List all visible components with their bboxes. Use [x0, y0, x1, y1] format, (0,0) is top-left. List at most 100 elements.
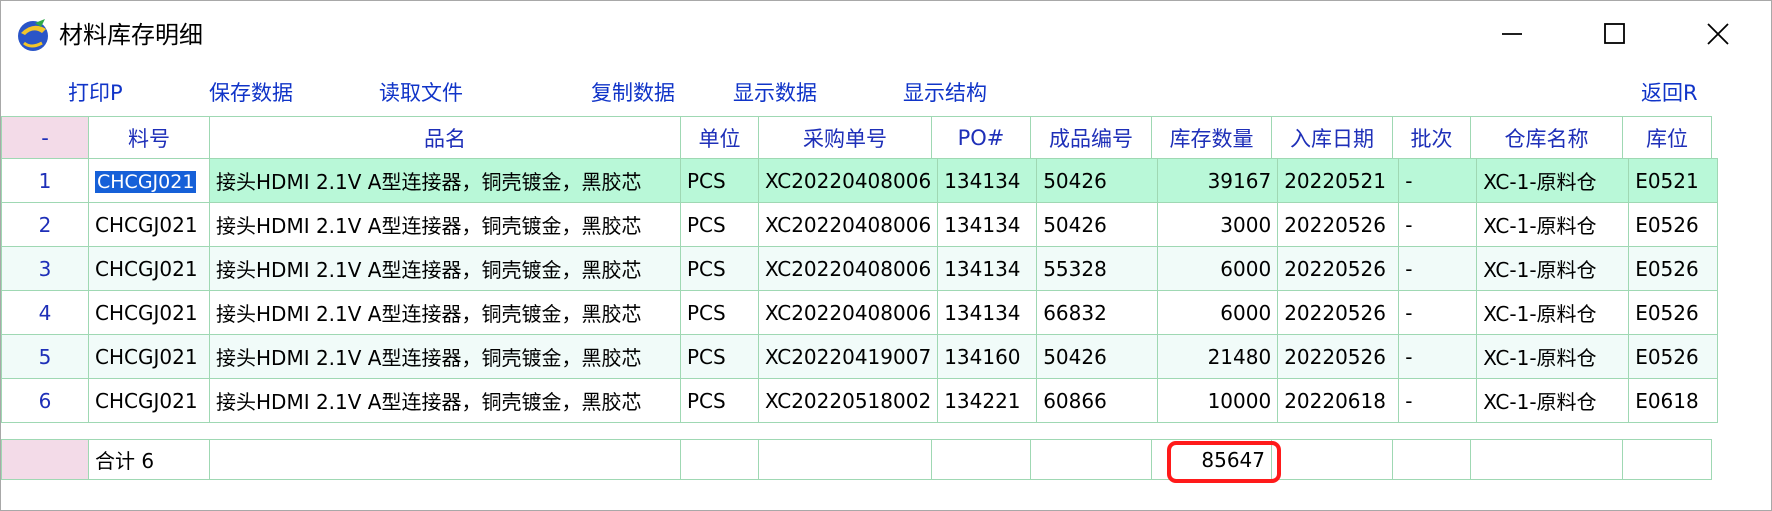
cell-part-no[interactable]: CHCGJ021 [88, 202, 210, 247]
cell-stock-qty[interactable]: 3000 [1157, 202, 1279, 247]
cell-product-name[interactable]: 接头HDMI 2.1V A型连接器，铜壳镀金，黑胶芯 [209, 158, 681, 203]
cell-warehouse[interactable]: XC-1-原料仓 [1476, 378, 1630, 423]
cell-purchase-order-no[interactable]: XC20220408006 [757, 202, 939, 247]
cell-location[interactable]: E0526 [1628, 334, 1719, 379]
cell-location[interactable]: E0526 [1628, 246, 1719, 291]
table-row[interactable]: 2 CHCGJ021 接头HDMI 2.1V A型连接器，铜壳镀金，黑胶芯 PC… [1, 202, 1719, 247]
cell-in-date[interactable]: 20220526 [1277, 334, 1400, 379]
table-row[interactable]: 4 CHCGJ021 接头HDMI 2.1V A型连接器，铜壳镀金，黑胶芯 PC… [1, 290, 1719, 335]
header-product-name[interactable]: 品名 [209, 116, 681, 159]
cell-product-name[interactable]: 接头HDMI 2.1V A型连接器，铜壳镀金，黑胶芯 [209, 334, 681, 379]
table-row[interactable]: 6 CHCGJ021 接头HDMI 2.1V A型连接器，铜壳镀金，黑胶芯 PC… [1, 378, 1719, 423]
cell-warehouse[interactable]: XC-1-原料仓 [1476, 334, 1630, 379]
cell-unit[interactable]: PCS [680, 378, 759, 423]
cell-product-code[interactable]: 50426 [1036, 158, 1159, 203]
cell-warehouse[interactable]: XC-1-原料仓 [1476, 290, 1630, 335]
row-number[interactable]: 5 [1, 334, 89, 379]
header-location[interactable]: 库位 [1622, 116, 1712, 159]
table-row[interactable]: 1 CHCGJ021 接头HDMI 2.1V A型连接器，铜壳镀金，黑胶芯 PC… [1, 158, 1719, 203]
cell-warehouse[interactable]: XC-1-原料仓 [1476, 158, 1630, 203]
cell-stock-qty[interactable]: 39167 [1157, 158, 1279, 203]
show-data-button[interactable]: 显示数据 [733, 78, 817, 108]
cell-location[interactable]: E0618 [1628, 378, 1719, 423]
cell-in-date[interactable]: 20220526 [1277, 290, 1400, 335]
cell-product-name[interactable]: 接头HDMI 2.1V A型连接器，铜壳镀金，黑胶芯 [209, 246, 681, 291]
cell-po[interactable]: 134134 [937, 202, 1038, 247]
cell-location[interactable]: E0526 [1628, 290, 1719, 335]
show-structure-button[interactable]: 显示结构 [903, 78, 987, 108]
save-data-button[interactable]: 保存数据 [209, 78, 293, 108]
header-stock-qty[interactable]: 库存数量 [1151, 116, 1272, 159]
header-in-date[interactable]: 入库日期 [1271, 116, 1393, 159]
cell-unit[interactable]: PCS [680, 246, 759, 291]
cell-warehouse[interactable]: XC-1-原料仓 [1476, 202, 1630, 247]
cell-purchase-order-no[interactable]: XC20220419007 [757, 334, 939, 379]
cell-product-code[interactable]: 50426 [1036, 202, 1159, 247]
cell-location[interactable]: E0521 [1628, 158, 1719, 203]
table-row[interactable]: 5 CHCGJ021 接头HDMI 2.1V A型连接器，铜壳镀金，黑胶芯 PC… [1, 334, 1719, 379]
cell-part-no[interactable]: CHCGJ021 [88, 290, 210, 335]
cell-po[interactable]: 134134 [937, 290, 1038, 335]
cell-part-no[interactable]: CHCGJ021 [88, 158, 210, 203]
cell-purchase-order-no[interactable]: XC20220408006 [757, 290, 939, 335]
cell-in-date[interactable]: 20220526 [1277, 202, 1400, 247]
copy-data-button[interactable]: 复制数据 [591, 78, 675, 108]
cell-in-date[interactable]: 20220618 [1277, 378, 1400, 423]
cell-stock-qty[interactable]: 6000 [1157, 246, 1279, 291]
cell-po[interactable]: 134221 [937, 378, 1038, 423]
minimize-button[interactable] [1476, 11, 1548, 59]
cell-batch[interactable]: - [1398, 290, 1478, 335]
header-warehouse[interactable]: 仓库名称 [1470, 116, 1623, 159]
header-product-code[interactable]: 成品编号 [1030, 116, 1152, 159]
cell-batch[interactable]: - [1398, 378, 1478, 423]
cell-location[interactable]: E0526 [1628, 202, 1719, 247]
cell-batch[interactable]: - [1398, 334, 1478, 379]
cell-part-no[interactable]: CHCGJ021 [88, 246, 210, 291]
cell-batch[interactable]: - [1398, 202, 1478, 247]
cell-product-name[interactable]: 接头HDMI 2.1V A型连接器，铜壳镀金，黑胶芯 [209, 290, 681, 335]
cell-purchase-order-no[interactable]: XC20220408006 [757, 246, 939, 291]
cell-po[interactable]: 134134 [937, 158, 1038, 203]
cell-stock-qty[interactable]: 10000 [1157, 378, 1279, 423]
print-button[interactable]: 打印P [68, 78, 123, 108]
table-row[interactable]: 3 CHCGJ021 接头HDMI 2.1V A型连接器，铜壳镀金，黑胶芯 PC… [1, 246, 1719, 291]
header-corner[interactable]: - [1, 116, 89, 159]
cell-batch[interactable]: - [1398, 158, 1478, 203]
cell-unit[interactable]: PCS [680, 158, 759, 203]
cell-in-date[interactable]: 20220521 [1277, 158, 1400, 203]
header-unit[interactable]: 单位 [680, 116, 759, 159]
cell-unit[interactable]: PCS [680, 202, 759, 247]
cell-product-name[interactable]: 接头HDMI 2.1V A型连接器，铜壳镀金，黑胶芯 [209, 202, 681, 247]
cell-unit[interactable]: PCS [680, 334, 759, 379]
row-number[interactable]: 3 [1, 246, 89, 291]
read-file-button[interactable]: 读取文件 [379, 78, 463, 108]
header-purchase-order-no[interactable]: 采购单号 [758, 116, 932, 159]
row-number[interactable]: 2 [1, 202, 89, 247]
cell-purchase-order-no[interactable]: XC20220518002 [757, 378, 939, 423]
header-part-no[interactable]: 料号 [88, 116, 210, 159]
row-number[interactable]: 4 [1, 290, 89, 335]
cell-product-code[interactable]: 50426 [1036, 334, 1159, 379]
cell-product-code[interactable]: 60866 [1036, 378, 1159, 423]
cell-part-no[interactable]: CHCGJ021 [88, 378, 210, 423]
cell-stock-qty[interactable]: 6000 [1157, 290, 1279, 335]
cell-po[interactable]: 134134 [937, 246, 1038, 291]
cell-warehouse[interactable]: XC-1-原料仓 [1476, 246, 1630, 291]
return-button[interactable]: 返回R [1641, 78, 1698, 108]
cell-product-name[interactable]: 接头HDMI 2.1V A型连接器，铜壳镀金，黑胶芯 [209, 378, 681, 423]
maximize-button[interactable] [1578, 11, 1650, 59]
cell-unit[interactable]: PCS [680, 290, 759, 335]
close-button[interactable] [1681, 11, 1753, 59]
cell-part-no[interactable]: CHCGJ021 [88, 334, 210, 379]
cell-in-date[interactable]: 20220526 [1277, 246, 1400, 291]
cell-batch[interactable]: - [1398, 246, 1478, 291]
cell-product-code[interactable]: 55328 [1036, 246, 1159, 291]
header-batch[interactable]: 批次 [1392, 116, 1471, 159]
cell-product-code[interactable]: 66832 [1036, 290, 1159, 335]
cell-purchase-order-no[interactable]: XC20220408006 [757, 158, 939, 203]
row-number[interactable]: 6 [1, 378, 89, 423]
cell-po[interactable]: 134160 [937, 334, 1038, 379]
row-number[interactable]: 1 [1, 158, 89, 203]
header-po[interactable]: PO# [931, 116, 1031, 159]
cell-stock-qty[interactable]: 21480 [1157, 334, 1279, 379]
